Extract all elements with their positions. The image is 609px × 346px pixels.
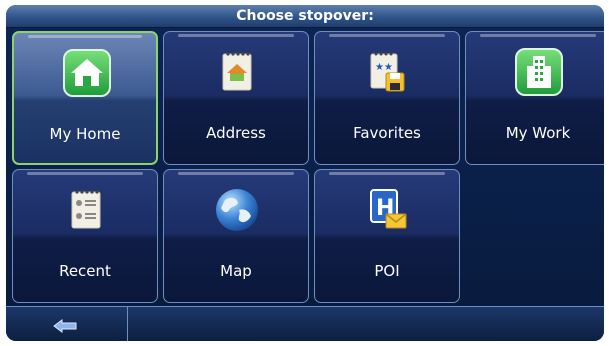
back-arrow-icon xyxy=(53,319,77,333)
tile-label: Favorites xyxy=(353,124,421,142)
screen-title: Choose stopover: xyxy=(6,5,604,28)
tile-favorites[interactable]: ★★ Favorites xyxy=(314,31,460,165)
tile-label: Recent xyxy=(59,262,111,280)
tile-label: Address xyxy=(206,124,266,142)
home-icon xyxy=(61,47,113,99)
tile-poi[interactable]: H POI xyxy=(314,169,460,303)
tile-label: My Work xyxy=(505,124,571,142)
poi-hospital-icon: H xyxy=(362,184,414,236)
tile-my-home[interactable]: My Home xyxy=(12,31,158,165)
tile-label: My Home xyxy=(49,125,121,143)
tile-gloss xyxy=(178,172,294,175)
back-button[interactable] xyxy=(6,307,128,341)
favorites-icon: ★★ xyxy=(362,46,414,98)
tile-map[interactable]: Map xyxy=(163,169,309,303)
address-book-icon xyxy=(211,46,263,98)
tile-recent[interactable]: Recent xyxy=(12,169,158,303)
tile-gloss xyxy=(27,172,143,175)
tile-my-work[interactable]: My Work xyxy=(465,31,604,165)
recent-notepad-icon xyxy=(60,184,112,236)
stopover-screen: Choose stopover: My Home Address ★★ Favo… xyxy=(6,5,604,341)
work-building-icon xyxy=(513,46,565,98)
tile-gloss xyxy=(329,34,445,37)
tile-gloss xyxy=(480,34,596,37)
svg-text:★★: ★★ xyxy=(375,62,393,73)
device-frame: Choose stopover: My Home Address ★★ Favo… xyxy=(0,0,609,346)
tile-label: POI xyxy=(374,262,400,280)
globe-icon xyxy=(211,184,263,236)
tile-gloss xyxy=(28,35,142,38)
tile-label: Map xyxy=(220,262,252,280)
tile-gloss xyxy=(178,34,294,37)
tile-address[interactable]: Address xyxy=(163,31,309,165)
bottom-toolbar xyxy=(6,306,604,341)
tile-gloss xyxy=(329,172,445,175)
